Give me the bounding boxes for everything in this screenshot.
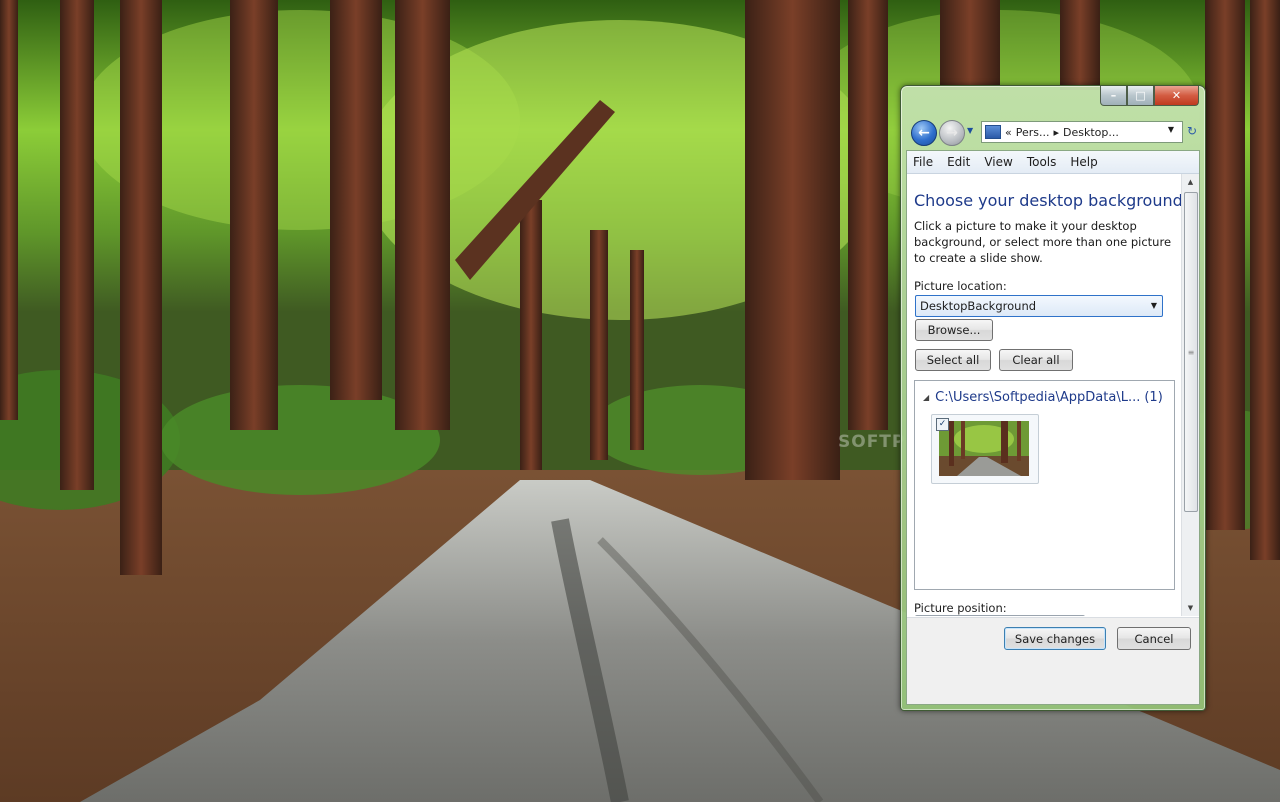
thumbnail-image <box>939 421 1029 476</box>
forward-button[interactable]: → <box>939 120 965 146</box>
picture-location-label: Picture location: <box>914 279 1007 293</box>
window-client-area: File Edit View Tools Help Choose your de… <box>906 150 1200 705</box>
scroll-grip-icon: ≡ <box>1187 347 1195 357</box>
checkmark-icon: ✓ <box>938 419 947 429</box>
page-title: Choose your desktop background <box>914 191 1181 210</box>
menu-view[interactable]: View <box>977 155 1019 169</box>
collapse-triangle-icon[interactable]: ◢ <box>923 393 929 402</box>
close-icon: ✕ <box>1171 89 1182 102</box>
recent-pages-button[interactable]: ▼ <box>967 126 973 135</box>
picture-position-label: Picture position: <box>914 601 1007 615</box>
select-all-button[interactable]: Select all <box>915 349 991 371</box>
scroll-down-button[interactable]: ▼ <box>1182 600 1199 616</box>
back-button[interactable]: ← <box>911 120 937 146</box>
address-prefix[interactable]: « <box>1005 126 1012 139</box>
cancel-button[interactable]: Cancel <box>1117 627 1191 650</box>
desktop-background-window: – □ ✕ ← → ▼ « Pers... ▸ Desktop... ▼ ↻ F… <box>900 85 1206 711</box>
scroll-up-button[interactable]: ▲ <box>1182 174 1199 190</box>
personalization-folder-icon <box>985 125 1001 139</box>
picture-list[interactable]: ◢ C:\Users\Softpedia\AppData\L... (1) ✓ <box>914 380 1175 590</box>
address-dropdown-button[interactable]: ▼ <box>1168 125 1178 134</box>
dialog-footer: Save changes Cancel <box>907 617 1199 704</box>
menu-file[interactable]: File <box>907 155 940 169</box>
menu-edit[interactable]: Edit <box>940 155 977 169</box>
browse-button[interactable]: Browse... <box>915 319 993 341</box>
maximize-button[interactable]: □ <box>1127 86 1154 106</box>
navigation-bar: ← → ▼ « Pers... ▸ Desktop... ▼ ↻ <box>909 118 1199 146</box>
save-changes-button[interactable]: Save changes <box>1004 627 1106 650</box>
refresh-button[interactable]: ↻ <box>1187 124 1197 138</box>
caption-buttons: – □ ✕ <box>1100 86 1199 106</box>
chevron-down-icon: ▼ <box>1167 125 1174 134</box>
back-arrow-icon: ← <box>918 125 930 141</box>
picture-group-path: C:\Users\Softpedia\AppData\L... <box>935 390 1141 405</box>
forward-arrow-icon: → <box>946 125 958 141</box>
chevron-up-icon: ▲ <box>1187 178 1194 186</box>
thumbnail-checkbox[interactable]: ✓ <box>936 418 949 431</box>
breadcrumb-desktop-background[interactable]: Desktop... <box>1063 126 1119 139</box>
content-pane: Choose your desktop background Click a p… <box>907 174 1181 616</box>
chevron-down-icon: ▼ <box>1187 604 1194 612</box>
menu-help[interactable]: Help <box>1063 155 1104 169</box>
picture-location-value: DesktopBackground <box>920 299 1037 313</box>
chevron-down-icon: ▼ <box>1150 301 1157 310</box>
minimize-button[interactable]: – <box>1100 86 1127 106</box>
chevron-down-icon: ▼ <box>967 126 974 135</box>
clear-all-button[interactable]: Clear all <box>999 349 1073 371</box>
close-button[interactable]: ✕ <box>1154 86 1199 106</box>
menu-tools[interactable]: Tools <box>1020 155 1064 169</box>
breadcrumb-personalization[interactable]: Pers... <box>1016 126 1050 139</box>
scroll-thumb[interactable]: ≡ <box>1184 192 1198 512</box>
maximize-icon: □ <box>1135 89 1146 102</box>
minimize-icon: – <box>1110 89 1117 102</box>
vertical-scrollbar[interactable]: ▲ ≡ ▼ <box>1181 174 1199 616</box>
refresh-icon: ↻ <box>1187 124 1198 138</box>
picture-position-select[interactable] <box>915 615 1085 616</box>
picture-location-select[interactable]: DesktopBackground ▼ <box>915 295 1163 317</box>
address-bar[interactable]: « Pers... ▸ Desktop... ▼ <box>981 121 1183 143</box>
picture-group-header[interactable]: ◢ C:\Users\Softpedia\AppData\L... (1) <box>923 390 1171 405</box>
breadcrumb-separator: ▸ <box>1053 125 1060 139</box>
page-description: Click a picture to make it your desktop … <box>914 219 1172 265</box>
menu-bar: File Edit View Tools Help <box>907 151 1199 174</box>
picture-group-count: (1) <box>1144 390 1163 405</box>
picture-thumbnail[interactable]: ✓ <box>931 414 1039 484</box>
